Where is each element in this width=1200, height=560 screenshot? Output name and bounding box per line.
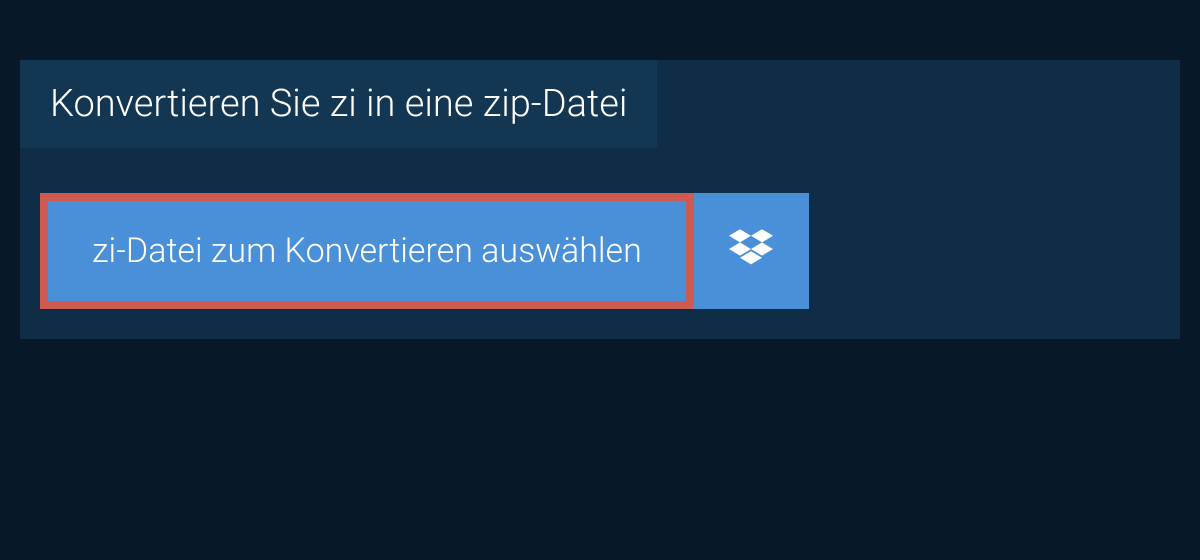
select-file-label: zi-Datei zum Konvertieren auswählen bbox=[92, 231, 642, 271]
dropbox-button[interactable] bbox=[694, 193, 809, 309]
action-row: zi-Datei zum Konvertieren auswählen bbox=[40, 193, 1180, 309]
select-file-button[interactable]: zi-Datei zum Konvertieren auswählen bbox=[40, 193, 694, 309]
title-bar: Konvertieren Sie zi in eine zip-Datei bbox=[20, 60, 657, 148]
converter-panel: Konvertieren Sie zi in eine zip-Datei zi… bbox=[20, 60, 1180, 339]
page-title: Konvertieren Sie zi in eine zip-Datei bbox=[50, 82, 627, 126]
dropbox-icon bbox=[729, 227, 773, 275]
